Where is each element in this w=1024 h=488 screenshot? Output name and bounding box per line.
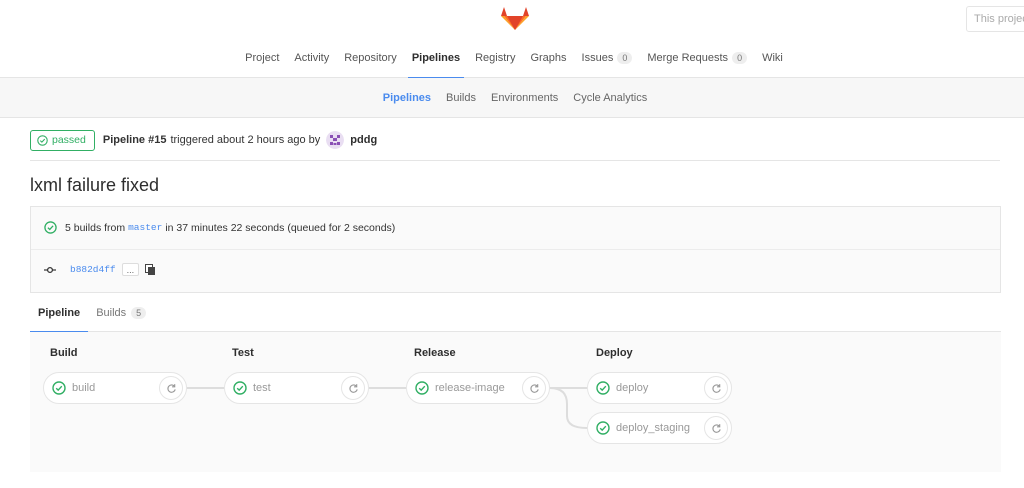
nav-issues[interactable]: Issues 0: [574, 38, 640, 78]
nav-pipelines[interactable]: Pipelines: [404, 38, 467, 79]
nav-graphs[interactable]: Graphs: [523, 38, 574, 78]
pipelines-subnav: Pipelines Builds Environments Cycle Anal…: [0, 78, 1024, 118]
nav-label: Activity: [294, 52, 330, 64]
job-release-image[interactable]: release-image: [406, 372, 550, 404]
job-name: test: [253, 382, 271, 394]
search-input[interactable]: [966, 6, 1024, 32]
subnav-pipelines[interactable]: Pipelines: [375, 78, 438, 118]
retry-button[interactable]: [341, 376, 365, 400]
check-circle-icon: [44, 221, 57, 234]
retry-icon: [166, 383, 176, 393]
tab-pipeline[interactable]: Pipeline: [30, 294, 89, 333]
avatar[interactable]: [326, 131, 345, 149]
job-deploy-staging[interactable]: deploy_staging: [587, 412, 732, 444]
check-circle-icon: [415, 381, 429, 395]
nav-registry[interactable]: Registry: [468, 38, 523, 78]
merge-requests-count-badge: 0: [732, 52, 748, 64]
summary-prefix: 5 builds from: [65, 221, 126, 234]
pipeline-summary: 5 builds from master in 37 minutes 22 se…: [30, 206, 1001, 293]
page-title: lxml failure fixed: [30, 175, 160, 195]
subnav-builds[interactable]: Builds: [439, 78, 484, 118]
subnav-environments[interactable]: Environments: [484, 78, 566, 118]
nav-label: Pipelines: [411, 52, 461, 64]
pipeline-tabs: Pipeline Builds 5: [30, 294, 1001, 333]
nav-wiki[interactable]: Wiki: [755, 38, 791, 78]
builds-count-badge: 5: [131, 307, 147, 319]
commit-line: b882d4ff ...: [44, 263, 156, 276]
summary-line: 5 builds from master in 37 minutes 22 se…: [44, 221, 395, 234]
tab-label: Pipeline: [38, 307, 81, 319]
gitlab-logo-icon[interactable]: [500, 4, 530, 32]
copy-sha-button[interactable]: [145, 263, 156, 276]
tab-builds[interactable]: Builds 5: [88, 294, 154, 332]
nav-label: Graphs: [530, 52, 567, 64]
pipeline-info: passed Pipeline #15 triggered about 2 ho…: [30, 129, 1000, 151]
branch-link[interactable]: master: [128, 222, 162, 233]
nav-repository[interactable]: Repository: [337, 38, 405, 78]
check-circle-icon: [596, 381, 610, 395]
divider: [30, 160, 1000, 161]
project-nav: Project Activity Repository Pipelines Re…: [0, 38, 1024, 79]
top-header: [0, 0, 1024, 38]
job-name: deploy: [616, 382, 649, 394]
nav-label: Wiki: [762, 52, 783, 64]
job-name: build: [72, 382, 96, 394]
retry-button[interactable]: [522, 376, 546, 400]
nav-activity[interactable]: Activity: [287, 38, 337, 78]
retry-icon: [529, 383, 539, 393]
nav-label: Issues: [581, 52, 614, 64]
status-badge[interactable]: passed: [30, 129, 95, 151]
trigger-text: triggered about 2 hours ago by: [170, 134, 321, 146]
stage-title-deploy: Deploy: [596, 347, 633, 359]
pipeline-meta: Pipeline #15 triggered about 2 hours ago…: [103, 131, 377, 149]
commit-icon: [44, 266, 56, 273]
check-circle-icon: [233, 381, 247, 395]
check-circle-icon: [52, 381, 66, 395]
nav-label: Project: [245, 52, 280, 64]
stage-title-build: Build: [50, 347, 78, 359]
status-label: passed: [52, 134, 86, 146]
tab-label: Builds: [96, 307, 127, 319]
job-name: release-image: [435, 382, 505, 394]
retry-button[interactable]: [704, 416, 728, 440]
pipeline-name: Pipeline #15: [102, 134, 167, 146]
nav-label: Repository: [344, 52, 397, 64]
retry-button[interactable]: [704, 376, 728, 400]
subnav-cycle-analytics[interactable]: Cycle Analytics: [566, 78, 655, 118]
expand-commit-button[interactable]: ...: [121, 263, 140, 276]
job-name: deploy_staging: [616, 422, 691, 434]
check-circle-icon: [37, 134, 48, 146]
nav-label: Registry: [475, 52, 516, 64]
nav-merge-requests[interactable]: Merge Requests 0: [640, 38, 755, 78]
pipeline-graph: Build Test Release Deploy build test rel…: [30, 332, 1001, 472]
username-link[interactable]: pddg: [350, 134, 377, 146]
nav-project[interactable]: Project: [238, 38, 287, 78]
retry-button[interactable]: [159, 376, 183, 400]
retry-icon: [711, 383, 721, 393]
job-build[interactable]: build: [43, 372, 187, 404]
clipboard-icon: [145, 263, 156, 275]
summary-suffix: in 37 minutes 22 seconds (queued for 2 s…: [165, 221, 396, 234]
retry-icon: [348, 383, 358, 393]
nav-label: Merge Requests: [647, 52, 729, 64]
job-deploy[interactable]: deploy: [587, 372, 732, 404]
divider: [31, 249, 1000, 250]
commit-sha-link[interactable]: b882d4ff: [70, 264, 116, 275]
issues-count-badge: 0: [617, 52, 633, 64]
job-test[interactable]: test: [224, 372, 369, 404]
stage-title-release: Release: [414, 347, 456, 359]
retry-icon: [711, 423, 721, 433]
check-circle-icon: [596, 421, 610, 435]
stage-title-test: Test: [232, 347, 254, 359]
